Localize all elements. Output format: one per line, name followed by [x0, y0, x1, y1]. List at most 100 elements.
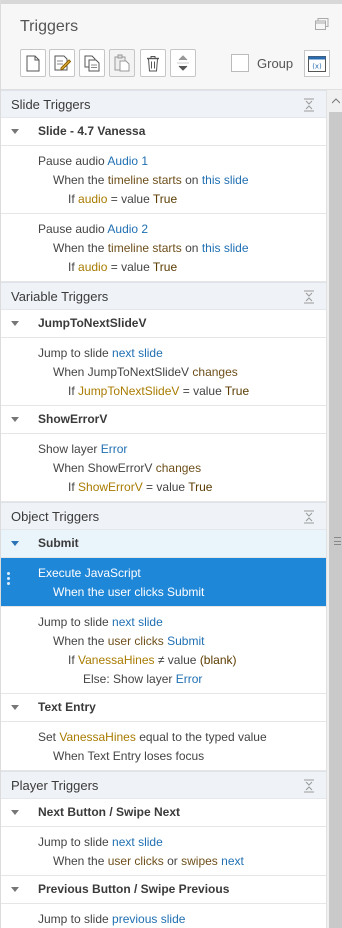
trigger-target-link[interactable]: JavaScript [85, 566, 141, 580]
trigger-source-link[interactable]: Submit [167, 634, 204, 648]
trigger-target-link[interactable]: previous slide [112, 912, 185, 926]
trigger-source-link[interactable]: this slide [202, 241, 249, 255]
object-next-button[interactable]: Next Button / Swipe Next [1, 799, 326, 827]
condition-value[interactable]: True [153, 260, 177, 274]
else-target-link[interactable]: Error [176, 672, 203, 686]
condition-operator: = value [146, 480, 186, 494]
chevron-down-icon[interactable] [11, 541, 19, 546]
trigger-item[interactable]: Pause audio Audio 2 When the timeline st… [1, 214, 326, 282]
trigger-target-link[interactable]: next slide [112, 615, 163, 629]
trigger-item[interactable]: Jump to slide next slide When the user c… [1, 827, 326, 876]
trigger-target-link[interactable]: Error [101, 442, 128, 456]
trigger-event-verb-2[interactable]: swipes [181, 854, 218, 868]
trigger-source-link[interactable]: next [221, 854, 244, 868]
trigger-event-link[interactable]: changes [192, 365, 237, 379]
trigger-on: on [185, 173, 199, 187]
trigger-when: When JumpToNextSlideV [53, 365, 190, 379]
collapse-all-icon[interactable] [303, 779, 315, 793]
condition-variable[interactable]: ShowErrorV [78, 480, 143, 494]
chevron-down-icon[interactable] [11, 705, 19, 710]
collapse-all-icon[interactable] [303, 98, 315, 112]
chevron-down-icon[interactable] [11, 810, 19, 815]
variables-button[interactable]: (x) [304, 50, 330, 77]
copy-button[interactable] [79, 49, 105, 77]
trigger-item[interactable]: Jump to slide previous slide [1, 904, 326, 928]
trigger-event-verb[interactable]: clicks [134, 854, 163, 868]
trigger-action: Pause audio [38, 154, 105, 168]
condition-value[interactable]: True [225, 384, 249, 398]
trigger-variable-link[interactable]: VanessaHines [59, 730, 136, 744]
restore-window-icon[interactable] [315, 18, 329, 30]
delete-button[interactable] [140, 49, 166, 77]
drag-handle-icon[interactable] [7, 572, 10, 586]
trigger-target-link[interactable]: Audio 1 [107, 154, 148, 168]
section-player-triggers[interactable]: Player Triggers [1, 771, 326, 799]
condition-variable[interactable]: audio [78, 192, 107, 206]
object-slide-4-7-vanessa[interactable]: Slide - 4.7 Vanessa [1, 118, 326, 146]
paste-button[interactable] [109, 49, 135, 77]
edit-trigger-button[interactable] [49, 49, 75, 77]
condition-value[interactable]: True [188, 480, 212, 494]
trigger-action: Jump to slide [38, 346, 109, 360]
trigger-on: on [185, 241, 199, 255]
section-label: Object Triggers [11, 509, 100, 524]
object-text-entry[interactable]: Text Entry [1, 694, 326, 722]
chevron-down-icon[interactable] [11, 321, 19, 326]
trigger-action: Execute [38, 566, 82, 580]
trigger-event-link[interactable]: timeline [108, 241, 149, 255]
condition-variable[interactable]: VanessaHines [78, 653, 155, 667]
new-trigger-button[interactable] [20, 49, 46, 77]
trigger-action: Jump to slide [38, 615, 109, 629]
triggers-panel: Triggers Group (x) Slide Triggers Slide … [0, 0, 342, 928]
object-label: Next Button / Swipe Next [38, 805, 181, 819]
section-variable-triggers[interactable]: Variable Triggers [1, 282, 326, 310]
vertical-scrollbar[interactable] [326, 90, 342, 928]
group-checkbox[interactable] [231, 54, 249, 72]
object-jumptonextslidev[interactable]: JumpToNextSlideV [1, 310, 326, 338]
object-label: Previous Button / Swipe Previous [38, 882, 230, 896]
group-label: Group [257, 56, 294, 71]
scroll-up-button[interactable] [327, 90, 342, 112]
trigger-when: When ShowErrorV [53, 461, 153, 475]
condition-variable[interactable]: JumpToNextSlideV [78, 384, 179, 398]
chevron-down-icon[interactable] [11, 129, 19, 134]
trigger-event-link[interactable]: timeline [108, 173, 149, 187]
trigger-event-verb[interactable]: starts [152, 241, 181, 255]
condition-value[interactable]: (blank) [200, 653, 237, 667]
chevron-down-icon[interactable] [11, 887, 19, 892]
object-previous-button[interactable]: Previous Button / Swipe Previous [1, 876, 326, 904]
trigger-item[interactable]: Jump to slide next slide When JumpToNext… [1, 338, 326, 406]
svg-text:(x): (x) [312, 62, 322, 70]
trigger-item-selected[interactable]: Execute JavaScript When the user clicks … [1, 558, 326, 607]
section-object-triggers[interactable]: Object Triggers [1, 502, 326, 530]
trigger-event-verb[interactable]: clicks [134, 634, 163, 648]
section-label: Player Triggers [11, 778, 99, 793]
object-submit[interactable]: Submit [1, 530, 326, 558]
trigger-item[interactable]: Show layer Error When ShowErrorV changes… [1, 434, 326, 502]
condition-operator: = value [110, 192, 150, 206]
chevron-down-icon[interactable] [11, 417, 19, 422]
trigger-target-link[interactable]: next slide [112, 835, 163, 849]
trigger-event-link[interactable]: changes [156, 461, 201, 475]
condition-value[interactable]: True [153, 192, 177, 206]
section-slide-triggers[interactable]: Slide Triggers [1, 90, 326, 118]
panel-title: Triggers [20, 18, 79, 35]
collapse-all-icon[interactable] [303, 290, 315, 304]
trigger-event-link[interactable]: user [108, 854, 131, 868]
trigger-event-verb[interactable]: starts [152, 173, 181, 187]
object-showerrorv[interactable]: ShowErrorV [1, 406, 326, 434]
trigger-when: When Text Entry loses focus [53, 749, 205, 763]
collapse-all-icon[interactable] [303, 510, 315, 524]
scroll-thumb[interactable] [329, 112, 342, 928]
condition-variable[interactable]: audio [78, 260, 107, 274]
trigger-item[interactable]: Set VanessaHines equal to the typed valu… [1, 722, 326, 771]
trigger-item[interactable]: Pause audio Audio 1 When the timeline st… [1, 146, 326, 214]
trigger-target-link[interactable]: Audio 2 [107, 222, 148, 236]
trigger-item[interactable]: Jump to slide next slide When the user c… [1, 607, 326, 694]
trigger-event-link[interactable]: user [108, 634, 131, 648]
trigger-target-link[interactable]: next slide [112, 346, 163, 360]
condition-operator: = value [110, 260, 150, 274]
move-trigger-buttons[interactable] [170, 49, 196, 77]
section-label: Slide Triggers [11, 97, 91, 112]
trigger-source-link[interactable]: this slide [202, 173, 249, 187]
